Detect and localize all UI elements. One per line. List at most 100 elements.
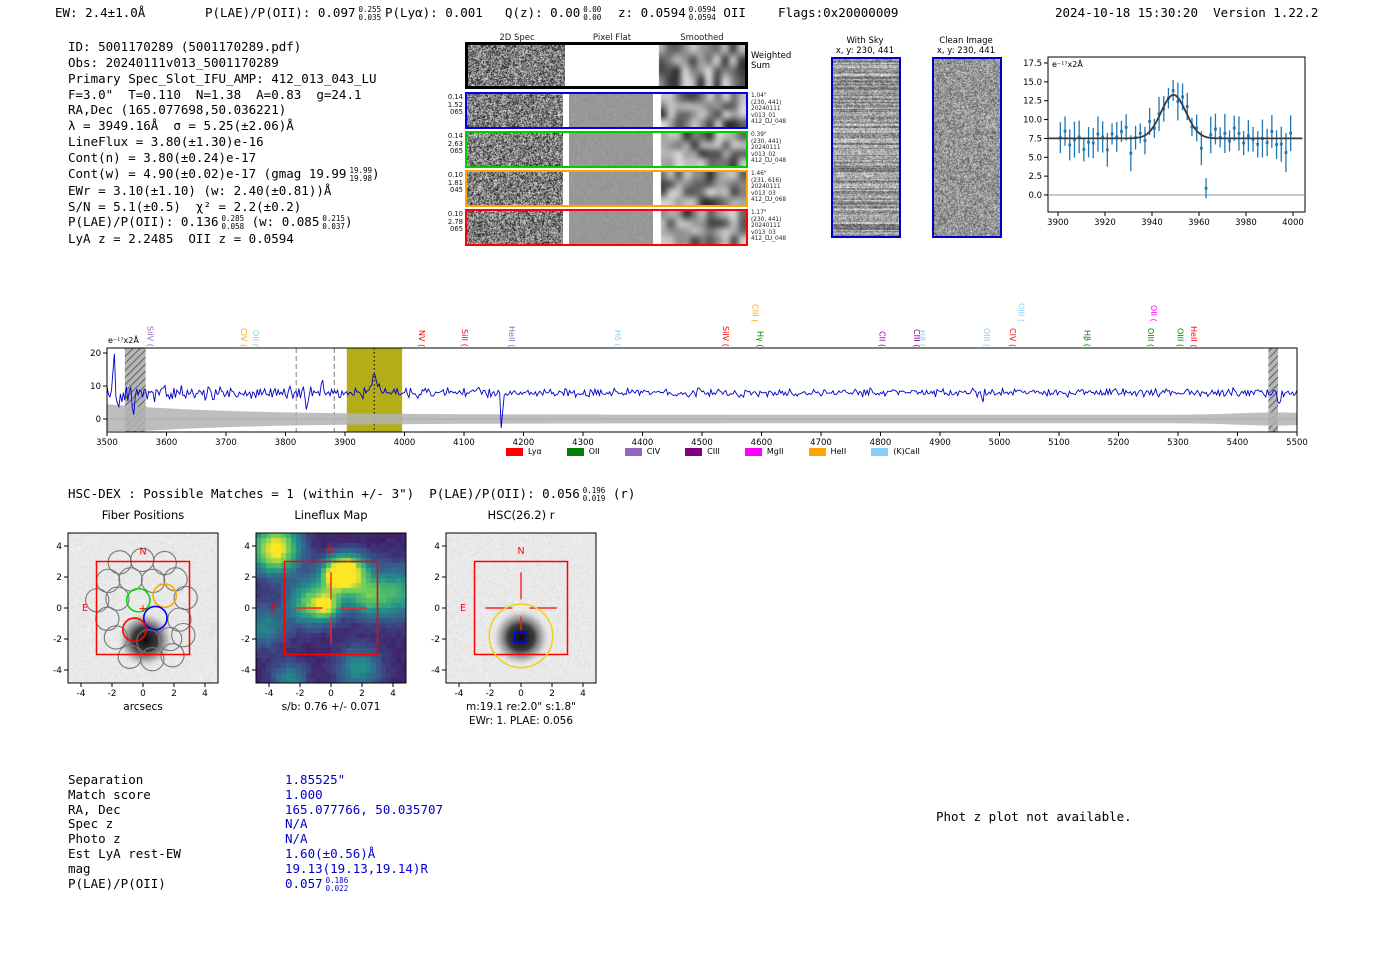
spec2d-row (465, 92, 748, 129)
row-left-labels: 0.10 1.81 045 (447, 171, 463, 195)
svg-text:N: N (327, 545, 334, 556)
emission-line-label: CIII ( (750, 303, 760, 322)
elixer-report-page: EW: 2.4±1.0Å P(LAE)/P(OII): 0.097 0.255 0.… (0, 0, 1400, 953)
svg-text:3980: 3980 (1235, 218, 1257, 228)
svg-text:-4: -4 (431, 666, 440, 676)
info-obs: Obs: 20240111v013_5001170289 (68, 54, 279, 70)
svg-text:7.5: 7.5 (1028, 134, 1042, 144)
with-sky-image (831, 57, 901, 238)
info-ewr: EWr = 3.10(±1.10) (w: 2.40(±0.81))Å (68, 182, 332, 198)
svg-text:5.0: 5.0 (1028, 153, 1042, 163)
spectrum-legend: Lyα OII CIV CIII MgII HeII (K)CaII (506, 447, 920, 456)
weighted-sum-row (465, 42, 748, 89)
header-plae: P(LAE)/P(OII): 0.097 0.255 0.035 (205, 5, 382, 22)
weighted-pixelflat-image (565, 45, 655, 86)
emission-line-label: Hβ ( (1082, 330, 1092, 347)
info-sn-chi2: S/N = 5.1(±0.5) χ² = 2.2(±0.2) (68, 198, 302, 214)
svg-text:-4: -4 (77, 689, 86, 699)
header-flags: Flags:0x20000009 (778, 5, 899, 20)
table-row: Spec z N/A (68, 816, 308, 832)
weighted-2dspec-image (468, 45, 565, 86)
legend-label: HeII (830, 447, 847, 456)
svg-text:Fiber Positions: Fiber Positions (102, 508, 185, 522)
svg-text:2: 2 (549, 689, 555, 699)
svg-text:0: 0 (434, 604, 440, 614)
emission-line-label: OII ( (1149, 305, 1159, 322)
svg-text:3600: 3600 (156, 438, 178, 448)
row-pixelflat-image (569, 94, 653, 127)
svg-text:5400: 5400 (1227, 438, 1249, 448)
svg-text:12.5: 12.5 (1023, 97, 1042, 107)
svg-text:2: 2 (359, 689, 365, 699)
table-row: mag 19.13(19.13,19.14)R (68, 860, 428, 876)
svg-text:4000: 4000 (394, 438, 416, 448)
header-z: z: 0.0594 0.0594 0.0594 OII (618, 5, 746, 22)
svg-text:15.0: 15.0 (1023, 78, 1042, 88)
svg-text:4000: 4000 (1282, 218, 1304, 228)
svg-text:3900: 3900 (334, 438, 356, 448)
svg-text:4: 4 (202, 689, 208, 699)
header-qz: Q(z): 0.00 0.00 0.00 (505, 5, 602, 22)
svg-text:0: 0 (518, 689, 524, 699)
emission-line-label: Hγ ( (755, 330, 765, 347)
svg-text:4: 4 (434, 542, 440, 552)
row-2dspec-image (467, 172, 563, 205)
svg-text:3920: 3920 (1094, 218, 1116, 228)
svg-text:m:19.1 re:2.0" s:1.8": m:19.1 re:2.0" s:1.8" (466, 701, 576, 713)
header-datetime: 2024-10-18 15:30:20 Version 1.22.2 (1055, 5, 1319, 20)
emission-line-label: CIV ( (1008, 327, 1018, 347)
row-smoothed-image (659, 172, 746, 205)
legend-swatch (506, 447, 523, 456)
svg-text:4900: 4900 (929, 438, 951, 448)
spec2d-row (465, 209, 748, 246)
legend-label: (K)CaII (893, 447, 920, 456)
svg-text:3960: 3960 (1188, 218, 1210, 228)
fiber-positions-plot: Fiber Positions + N E -4 -4 -2 -2 0 0 2 2 4 4 arcsecs (53, 508, 219, 713)
header-plya: P(Lyα): 0.001 (385, 5, 483, 20)
info-seeing: F=3.0" T=0.110 N=1.38 A=0.83 g=24.1 (68, 86, 362, 102)
match-table: Separation 1.85525" Match score 1.000 RA, … (68, 772, 568, 893)
svg-text:2: 2 (56, 573, 62, 583)
table-row: P(LAE)/P(OII) 0.057 0.186 0.022 (68, 875, 349, 893)
legend-item: (K)CaII (871, 447, 920, 456)
svg-text:+: + (138, 602, 147, 615)
svg-text:0: 0 (56, 604, 62, 614)
row-pixelflat-image (569, 172, 653, 205)
svg-text:E: E (82, 603, 88, 614)
legend-swatch (744, 447, 762, 456)
row-right-labels: 1.17" (230, 441) 20240111 v013_03 412_LU_048 (751, 210, 787, 243)
emission-line-label: HeII ( (1189, 325, 1199, 347)
line-fit-plot: 3900 3920 3940 3960 3980 4000 0.0 2.5 5.0 7.5 10.0… (1023, 56, 1306, 228)
svg-text:2: 2 (434, 573, 440, 583)
svg-text:0: 0 (140, 689, 146, 699)
svg-text:EWr: 1. PLAE: 0.056: EWr: 1. PLAE: 0.056 (469, 715, 573, 727)
weighted-smoothed-image (657, 45, 745, 86)
info-radec: RA,Dec (165.077698,50.036221) (68, 102, 287, 118)
table-row: Photo z N/A (68, 831, 308, 847)
svg-text:10: 10 (90, 382, 101, 392)
svg-text:3700: 3700 (215, 438, 237, 448)
emission-line-label: CII ( (877, 331, 887, 347)
svg-text:-2: -2 (241, 635, 250, 645)
legend-swatch (808, 447, 826, 456)
svg-text:4: 4 (56, 542, 62, 552)
svg-text:3900: 3900 (1047, 218, 1069, 228)
clean-image (932, 57, 1002, 238)
svg-text:-4: -4 (455, 689, 464, 699)
legend-item: OII (566, 447, 600, 456)
svg-text:2.5: 2.5 (1028, 172, 1042, 182)
svg-text:0: 0 (96, 415, 101, 425)
svg-text:N: N (139, 547, 146, 558)
emission-line-label: Hβ ( (917, 330, 927, 347)
row-2dspec-image (467, 94, 563, 127)
svg-text:e⁻¹⁷x2Å: e⁻¹⁷x2Å (1052, 58, 1083, 69)
row-right-labels: 1.04" (230, 441) 20240111 v013_01 412_LU_048 (751, 93, 787, 126)
row-2dspec-image (467, 211, 563, 244)
svg-text:E: E (270, 603, 276, 614)
svg-text:5500: 5500 (1286, 438, 1308, 448)
info-primary-spec: Primary Spec_Slot_IFU_AMP: 412_013_043_L… (68, 70, 377, 86)
row-2dspec-image (467, 133, 563, 166)
table-row: Est LyA rest-EW 1.60(±0.56)Å (68, 845, 376, 861)
svg-text:4: 4 (580, 689, 586, 699)
table-row: Match score 1.000 (68, 786, 323, 802)
